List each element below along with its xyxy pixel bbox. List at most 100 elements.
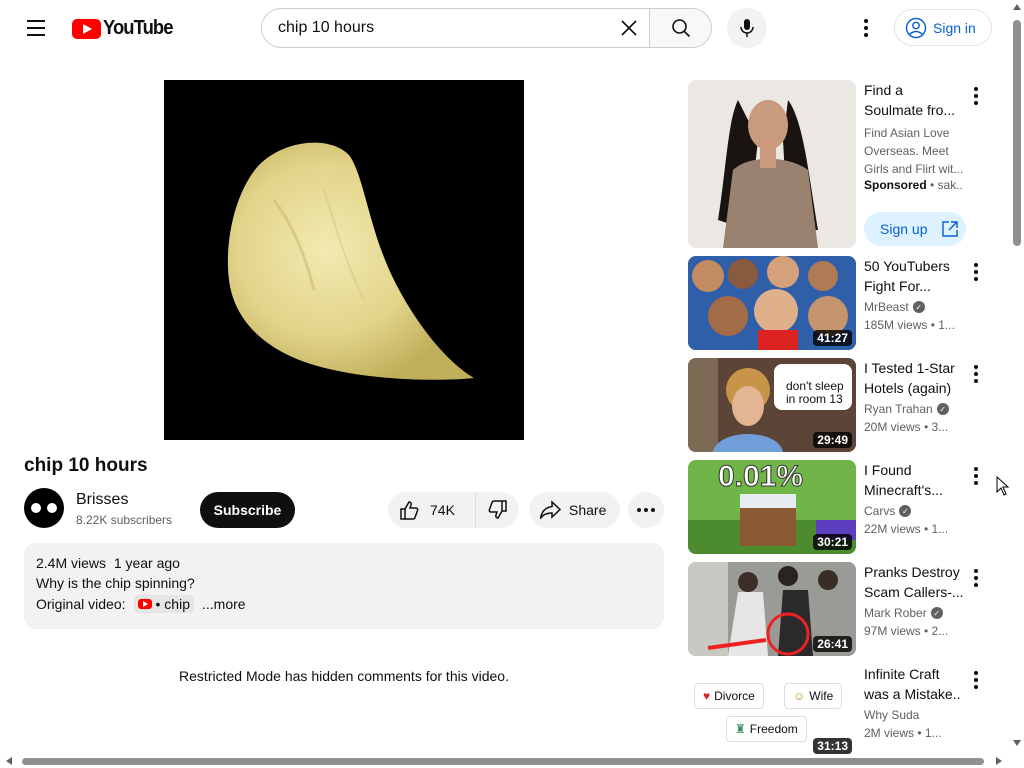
scroll-left-icon[interactable]: [6, 757, 12, 765]
thumbnail-tag: ♥ Divorce: [694, 683, 764, 709]
sidebar-item: ♥ Divorce ☺ Wife ♜ Freedom 31:13 Infinite C…: [688, 664, 988, 758]
channel-name: Why Suda: [864, 708, 920, 722]
description-box[interactable]: 2.4M views 1 year ago Why is the chip sp…: [24, 543, 664, 629]
ad-sponsor-name: • sak...: [926, 178, 964, 192]
video-duration: 26:41: [813, 636, 852, 652]
voice-search-button[interactable]: [727, 8, 767, 48]
video-channel[interactable]: Ryan Trahan ✓: [864, 402, 949, 416]
ad-title[interactable]: Find a Soulmate fro...: [864, 80, 964, 120]
upload-age: 1 year ago: [113, 555, 180, 571]
sponsored-label: Sponsored: [864, 178, 927, 192]
video-meta: 185M views • 1...: [864, 318, 955, 332]
verified-icon: ✓: [936, 403, 949, 415]
video-meta: 20M views • 3...: [864, 420, 949, 434]
sidebar-ad: Find a Soulmate fro... Find Asian Love O…: [688, 80, 988, 250]
sign-in-button[interactable]: Sign in: [894, 9, 992, 46]
description-link-row: Original video: • chip ...more: [36, 595, 652, 613]
mouse-cursor-icon: [996, 476, 1010, 496]
account-icon: [905, 17, 927, 38]
scroll-up-icon[interactable]: [1013, 4, 1021, 10]
video-channel[interactable]: Carvs ✓: [864, 504, 912, 518]
thumbnail-caption: 0.01%: [717, 460, 804, 494]
vertical-scroll-thumb[interactable]: [1013, 20, 1021, 246]
channel-name: Ryan Trahan: [864, 402, 933, 416]
masthead: YouTube chip 10 hours Sign in: [0, 0, 1010, 56]
potato-chip-frame: [227, 142, 474, 380]
tag-label: Wife: [809, 689, 834, 703]
youtube-logo-icon: [72, 18, 101, 39]
video-menu-icon[interactable]: [966, 260, 986, 284]
clear-search-icon[interactable]: [615, 14, 643, 42]
tag-label: Divorce: [714, 689, 755, 703]
video-menu-icon[interactable]: [966, 362, 986, 386]
video-meta: 2M views • 1...: [864, 726, 942, 740]
video-meta: 22M views • 1...: [864, 522, 949, 536]
video-channel[interactable]: Why Suda: [864, 708, 919, 722]
dislike-button[interactable]: [476, 492, 519, 528]
scroll-down-icon[interactable]: [1013, 740, 1021, 746]
scroll-right-icon[interactable]: [996, 757, 1002, 765]
video-title[interactable]: I Tested 1-Star Hotels (again): [864, 358, 964, 398]
original-video-link[interactable]: • chip: [133, 595, 194, 613]
video-thumbnail[interactable]: ♥ Divorce ☺ Wife ♜ Freedom 31:13: [688, 664, 856, 758]
view-count: 2.4M views: [36, 555, 107, 571]
channel-avatar[interactable]: [24, 488, 64, 528]
sidebar-item: don't sleep in room 13 29:49 I Tested 1-…: [688, 358, 988, 454]
thumbnail-caption-line2: in room 13: [786, 392, 843, 406]
video-title[interactable]: I Found Minecraft's...: [864, 460, 964, 500]
channel-name: Mark Rober: [864, 606, 927, 620]
video-player[interactable]: [164, 80, 524, 440]
video-title: chip 10 hours: [24, 455, 148, 476]
search-query: chip 10 hours: [278, 19, 375, 36]
youtube-logo[interactable]: YouTube: [72, 17, 179, 40]
sign-in-label: Sign in: [933, 19, 976, 36]
share-button[interactable]: Share: [529, 492, 620, 528]
video-meta: 97M views • 2...: [864, 624, 949, 638]
subscribe-button[interactable]: Subscribe: [200, 492, 295, 528]
video-thumbnail[interactable]: don't sleep in room 13 29:49: [688, 358, 856, 452]
video-channel[interactable]: Mark Rober ✓: [864, 606, 943, 620]
video-thumbnail[interactable]: 26:41: [688, 562, 856, 656]
video-title[interactable]: Pranks Destroy Scam Callers-...: [864, 562, 964, 602]
menu-icon[interactable]: [18, 10, 54, 46]
channel-name: Carvs: [864, 504, 896, 518]
search-input[interactable]: chip 10 hours: [261, 8, 649, 48]
woman-icon: ☺: [793, 689, 806, 703]
avatar-eye-left: [31, 503, 41, 513]
subscriber-count: 8.22K subscribers: [76, 513, 173, 527]
video-menu-icon[interactable]: [966, 668, 986, 692]
video-duration: 30:21: [813, 534, 852, 550]
more-actions-button[interactable]: [628, 492, 664, 528]
horizontal-scrollbar[interactable]: [0, 754, 1010, 768]
video-title[interactable]: Infinite Craft was a Mistake..: [864, 664, 964, 704]
video-menu-icon[interactable]: [966, 464, 986, 488]
video-duration: 31:13: [813, 738, 852, 754]
ad-menu-icon[interactable]: [966, 84, 986, 108]
thumbnail-tag: ♜ Freedom: [726, 716, 807, 742]
channel-name[interactable]: Brisses: [76, 491, 128, 509]
sidebar-item: 0.01% 30:21 I Found Minecraft's... Carvs…: [688, 460, 988, 556]
ad-signup-button[interactable]: Sign up: [864, 212, 966, 246]
verified-icon: ✓: [899, 505, 912, 517]
ad-sponsored: Sponsored • sak...: [864, 178, 964, 192]
video-title[interactable]: 50 YouTubers Fight For...: [864, 256, 964, 296]
video-thumbnail[interactable]: 0.01% 30:21: [688, 460, 856, 554]
thumbs-up-icon: [400, 501, 419, 520]
video-menu-icon[interactable]: [966, 566, 986, 590]
horizontal-scroll-thumb[interactable]: [22, 758, 984, 765]
video-channel[interactable]: MrBeast ✓: [864, 300, 925, 314]
search-button[interactable]: [649, 8, 712, 48]
description-meta: 2.4M views 1 year ago: [36, 555, 652, 571]
search-icon: [671, 19, 690, 38]
like-dislike-group: 74K: [388, 492, 519, 528]
like-button[interactable]: 74K: [388, 492, 476, 528]
description-text: Why is the chip spinning?: [36, 575, 195, 591]
settings-kebab-icon[interactable]: [850, 12, 882, 44]
vertical-scrollbar[interactable]: [1010, 0, 1024, 754]
share-label: Share: [569, 502, 607, 518]
description-more-link[interactable]: ...more: [202, 596, 246, 612]
statue-icon: ♜: [735, 722, 746, 736]
ad-thumbnail[interactable]: [688, 80, 856, 248]
avatar-eye-right: [47, 503, 57, 513]
video-thumbnail[interactable]: 41:27: [688, 256, 856, 350]
